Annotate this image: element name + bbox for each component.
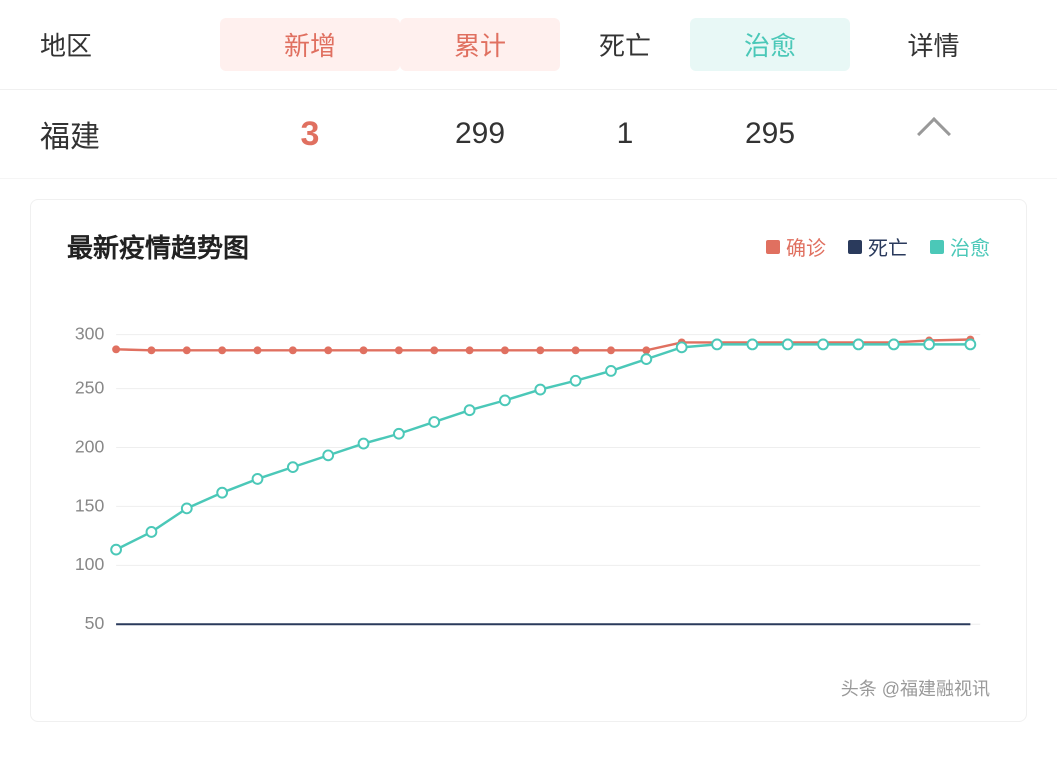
recovered-dot bbox=[147, 527, 157, 537]
confirmed-dot bbox=[430, 346, 438, 354]
table-header: 地区 新增 累计 死亡 治愈 详情 bbox=[0, 0, 1057, 90]
recovered-dot bbox=[677, 342, 687, 352]
recovered-dot bbox=[535, 385, 545, 395]
new-cases-value: 3 bbox=[220, 115, 400, 154]
svg-text:250: 250 bbox=[75, 378, 105, 398]
confirmed-dot bbox=[395, 346, 403, 354]
recovered-dot bbox=[253, 474, 263, 484]
recovered-dot bbox=[571, 376, 581, 386]
recovered-dot bbox=[465, 405, 475, 415]
legend-recovered: 治愈 bbox=[930, 232, 990, 261]
confirmed-dot bbox=[360, 346, 368, 354]
death-value: 1 bbox=[560, 117, 690, 151]
header-detail: 详情 bbox=[850, 26, 1017, 63]
svg-text:150: 150 bbox=[75, 495, 105, 515]
chart-header: 最新疫情趋势图 确诊 死亡 治愈 bbox=[67, 228, 990, 265]
recovered-dot bbox=[818, 339, 828, 349]
confirmed-dot bbox=[289, 346, 297, 354]
recovered-dot bbox=[500, 395, 510, 405]
recovered-line bbox=[116, 344, 970, 549]
recovered-dot bbox=[712, 339, 722, 349]
recovered-dot bbox=[747, 339, 757, 349]
svg-text:50: 50 bbox=[85, 613, 105, 633]
recovered-dot bbox=[359, 439, 369, 449]
confirmed-dot bbox=[572, 346, 580, 354]
legend-confirmed: 确诊 bbox=[766, 232, 826, 261]
confirmed-dot bbox=[112, 345, 120, 353]
svg-text:300: 300 bbox=[75, 323, 105, 343]
recovered-dot bbox=[965, 339, 975, 349]
legend-death: 死亡 bbox=[848, 232, 908, 261]
confirmed-dot bbox=[183, 346, 191, 354]
confirmed-dot bbox=[642, 346, 650, 354]
chart-area: 300 250 200 150 100 50 bbox=[67, 285, 990, 665]
recovered-dot bbox=[854, 339, 864, 349]
chevron-up-icon bbox=[917, 117, 951, 151]
recovered-dot bbox=[429, 417, 439, 427]
recovered-dot bbox=[182, 503, 192, 513]
recovered-dot bbox=[394, 429, 404, 439]
detail-toggle[interactable] bbox=[850, 114, 1017, 154]
recovered-dot bbox=[641, 354, 651, 364]
recovered-dot bbox=[889, 339, 899, 349]
confirmed-legend-dot bbox=[766, 240, 780, 254]
chart-source: 头条 @福建融视讯 bbox=[841, 675, 990, 701]
recovered-legend-dot bbox=[930, 240, 944, 254]
recovered-dot bbox=[217, 488, 227, 498]
confirmed-dot bbox=[501, 346, 509, 354]
recovered-dot bbox=[783, 339, 793, 349]
cumulative-value: 299 bbox=[400, 117, 560, 151]
confirmed-dot bbox=[254, 346, 262, 354]
confirmed-dot bbox=[148, 346, 156, 354]
confirmed-legend-label: 确诊 bbox=[786, 232, 826, 261]
header-region: 地区 bbox=[40, 26, 220, 63]
confirmed-dot bbox=[218, 346, 226, 354]
death-legend-dot bbox=[848, 240, 862, 254]
confirmed-dot bbox=[536, 346, 544, 354]
region-name: 福建 bbox=[40, 112, 220, 156]
recovered-dot bbox=[924, 339, 934, 349]
recovered-dot bbox=[111, 545, 121, 555]
confirmed-dot bbox=[324, 346, 332, 354]
recovered-value: 295 bbox=[690, 117, 850, 151]
chart-container: 最新疫情趋势图 确诊 死亡 治愈 300 250 200 150 100 50 bbox=[30, 199, 1027, 722]
recovered-dot bbox=[323, 450, 333, 460]
confirmed-dot bbox=[466, 346, 474, 354]
death-legend-label: 死亡 bbox=[868, 232, 908, 261]
recovered-dot bbox=[606, 366, 616, 376]
chart-legend: 确诊 死亡 治愈 bbox=[766, 232, 990, 261]
table-row[interactable]: 福建 3 299 1 295 bbox=[0, 90, 1057, 179]
svg-text:100: 100 bbox=[75, 554, 105, 574]
chart-footer: 头条 @福建融视讯 bbox=[67, 675, 990, 701]
line-chart-svg: 300 250 200 150 100 50 bbox=[67, 285, 990, 665]
recovered-legend-label: 治愈 bbox=[950, 232, 990, 261]
header-recovered: 治愈 bbox=[690, 18, 850, 71]
chart-title: 最新疫情趋势图 bbox=[67, 228, 766, 265]
header-new-cases: 新增 bbox=[220, 18, 400, 71]
header-death: 死亡 bbox=[560, 26, 690, 63]
svg-text:200: 200 bbox=[75, 436, 105, 456]
header-cumulative: 累计 bbox=[400, 18, 560, 71]
confirmed-dot bbox=[607, 346, 615, 354]
recovered-dot bbox=[288, 462, 298, 472]
